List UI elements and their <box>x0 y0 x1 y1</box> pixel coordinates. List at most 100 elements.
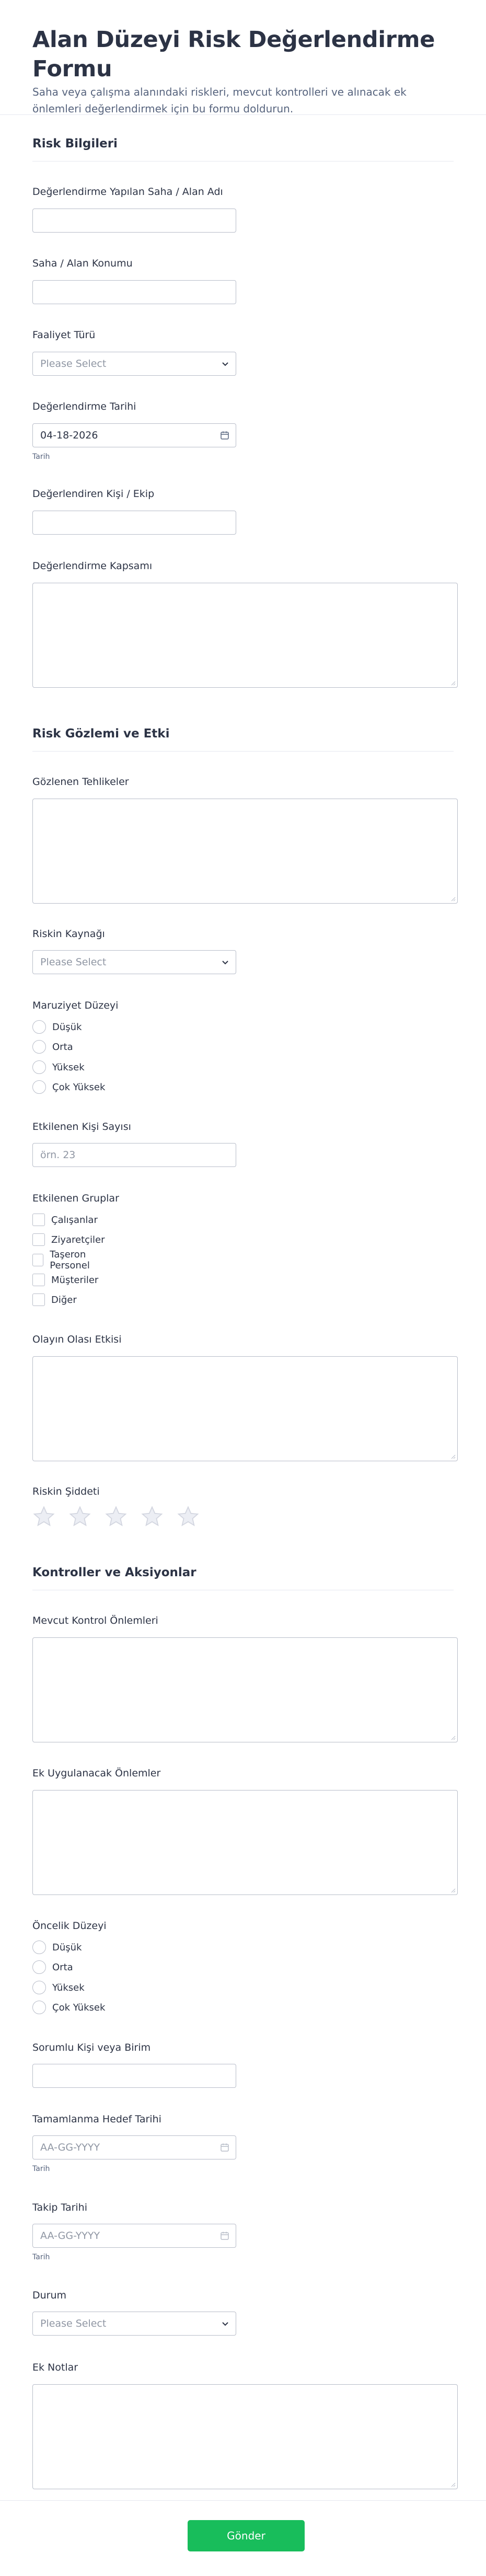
resize-handle-icon[interactable] <box>450 2482 456 2487</box>
select-placeholder: Please Select <box>40 2318 107 2329</box>
star-icon[interactable] <box>141 1505 164 1528</box>
extra-measures-textarea[interactable] <box>32 1790 458 1895</box>
assessment-date-field: Değerlendirme Tarihi 04-18-2026 Tarih <box>32 400 236 461</box>
field-label: Değerlendiren Kişi / Ekip <box>32 488 155 500</box>
hazards-textarea[interactable] <box>32 799 458 904</box>
submit-button[interactable]: Gönder <box>188 2520 305 2551</box>
field-label: Takip Tarihi <box>32 2202 88 2213</box>
site-name-field: Değerlendirme Yapılan Saha / Alan Adı <box>32 186 236 233</box>
field-label: Gözlenen Tehlikeler <box>32 776 129 788</box>
checkbox-option[interactable]: Ziyaretçiler <box>32 1232 105 1247</box>
star-rating[interactable] <box>32 1505 213 1528</box>
radio-button[interactable] <box>32 1040 46 1054</box>
radio-button[interactable] <box>32 2001 46 2014</box>
calendar-icon[interactable] <box>220 2231 229 2240</box>
current-controls-textarea[interactable] <box>32 1637 458 1742</box>
form-title: Alan Düzeyi Risk Değerlendirme Formu <box>32 27 435 82</box>
section-title: Risk Gözlemi ve Etki <box>32 727 170 741</box>
field-label: Ek Notlar <box>32 2362 78 2373</box>
radio-label: Düşük <box>52 1942 82 1953</box>
section-risk-info: Risk Bilgileri <box>32 137 454 161</box>
radio-label: Çok Yüksek <box>52 2002 106 2013</box>
date-placeholder: AA-GG-YYYY <box>40 2230 100 2242</box>
field-label: Durum <box>32 2290 67 2301</box>
form-page: Alan Düzeyi Risk Değerlendirme Formu Sah… <box>0 0 486 2576</box>
checkbox-option[interactable]: Diğer <box>32 1292 77 1307</box>
radio-button[interactable] <box>32 1940 46 1954</box>
resize-handle-icon[interactable] <box>450 1735 456 1740</box>
calendar-icon[interactable] <box>220 2143 229 2152</box>
field-label: Değerlendirme Tarihi <box>32 401 136 412</box>
extra-measures-field: Ek Uygulanacak Önlemler <box>32 1767 458 1895</box>
select-placeholder: Please Select <box>40 956 107 968</box>
checkbox[interactable] <box>32 1293 45 1306</box>
checkbox[interactable] <box>32 1254 44 1266</box>
impact-textarea[interactable] <box>32 1356 458 1461</box>
radio-button[interactable] <box>32 1020 46 1034</box>
responsible-input[interactable] <box>32 2064 236 2088</box>
section-title: Kontroller ve Aksiyonlar <box>32 1566 196 1579</box>
field-label: Değerlendirme Yapılan Saha / Alan Adı <box>32 186 223 198</box>
radio-label: Orta <box>52 1041 73 1053</box>
radio-button[interactable] <box>32 1060 46 1074</box>
checkbox-label: Müşteriler <box>51 1274 99 1286</box>
status-select[interactable]: Please Select <box>32 2312 236 2336</box>
impact-field: Olayın Olası Etkisi <box>32 1333 458 1461</box>
affected-groups-field: Etkilenen Gruplar Çalışanlar Ziyaretçile… <box>32 1192 119 1306</box>
priority-field: Öncelik Düzeyi Düşük Orta Yüksek Çok Yük… <box>32 1920 107 2014</box>
checkbox[interactable] <box>32 1274 45 1286</box>
radio-option[interactable]: Yüksek <box>32 1980 85 1995</box>
followup-date-input[interactable]: AA-GG-YYYY <box>32 2224 236 2248</box>
site-location-input[interactable] <box>32 280 236 304</box>
radio-button[interactable] <box>32 1960 46 1974</box>
affected-count-input[interactable]: örn. 23 <box>32 1143 236 1167</box>
field-label: Etkilenen Kişi Sayısı <box>32 1121 131 1133</box>
activity-type-select[interactable]: Please Select <box>32 352 236 376</box>
date-sublabel: Tarih <box>32 2165 50 2173</box>
radio-option[interactable]: Çok Yüksek <box>32 1080 105 1094</box>
star-icon[interactable] <box>68 1505 91 1528</box>
checkbox-label: Diğer <box>51 1294 77 1306</box>
resize-handle-icon[interactable] <box>450 1454 456 1459</box>
field-label: Saha / Alan Konumu <box>32 258 133 269</box>
activity-type-field: Faaliyet Türü Please Select <box>32 329 236 376</box>
radio-option[interactable]: Orta <box>32 1960 73 1974</box>
hazards-field: Gözlenen Tehlikeler <box>32 776 458 904</box>
radio-button[interactable] <box>32 1080 46 1094</box>
site-name-input[interactable] <box>32 209 236 233</box>
star-icon[interactable] <box>32 1505 55 1528</box>
checkbox[interactable] <box>32 1214 45 1226</box>
checkbox-label: Çalışanlar <box>51 1214 98 1226</box>
radio-option[interactable]: Yüksek <box>32 1060 85 1075</box>
radio-option[interactable]: Çok Yüksek <box>32 2000 105 2015</box>
star-icon[interactable] <box>105 1505 128 1528</box>
star-icon[interactable] <box>177 1505 200 1528</box>
target-date-input[interactable]: AA-GG-YYYY <box>32 2135 236 2159</box>
notes-field: Ek Notlar <box>32 2361 458 2489</box>
section-observation: Risk Gözlemi ve Etki <box>32 727 454 752</box>
field-label: Maruziyet Düzeyi <box>32 1000 119 1011</box>
radio-label: Çok Yüksek <box>52 1081 106 1093</box>
checkbox-option[interactable]: Çalışanlar <box>32 1212 98 1227</box>
chevron-down-icon <box>222 362 228 366</box>
assessment-date-input[interactable]: 04-18-2026 <box>32 423 236 447</box>
calendar-icon[interactable] <box>220 431 229 440</box>
resize-handle-icon[interactable] <box>450 896 456 902</box>
checkbox-option[interactable]: Müşteriler <box>32 1273 98 1287</box>
notes-textarea[interactable] <box>32 2384 458 2489</box>
risk-source-select[interactable]: Please Select <box>32 950 236 974</box>
radio-option[interactable]: Düşük <box>32 1940 82 1955</box>
resize-handle-icon[interactable] <box>450 680 456 686</box>
field-label: Etkilenen Gruplar <box>32 1193 119 1204</box>
checkbox[interactable] <box>32 1233 45 1246</box>
radio-button[interactable] <box>32 1981 46 1994</box>
scope-textarea[interactable] <box>32 583 458 688</box>
resize-handle-icon[interactable] <box>450 1888 456 1893</box>
checkbox-option[interactable]: Taşeron Personel <box>32 1249 119 1271</box>
radio-option[interactable]: Orta <box>32 1039 73 1054</box>
exposure-field: Maruziyet Düzeyi Düşük Orta Yüksek Çok Y… <box>32 999 119 1094</box>
radio-option[interactable]: Düşük <box>32 1020 82 1034</box>
assessor-input[interactable] <box>32 511 236 535</box>
checkbox-label: Taşeron Personel <box>50 1249 90 1271</box>
field-label: Tamamlanma Hedef Tarihi <box>32 2113 161 2125</box>
